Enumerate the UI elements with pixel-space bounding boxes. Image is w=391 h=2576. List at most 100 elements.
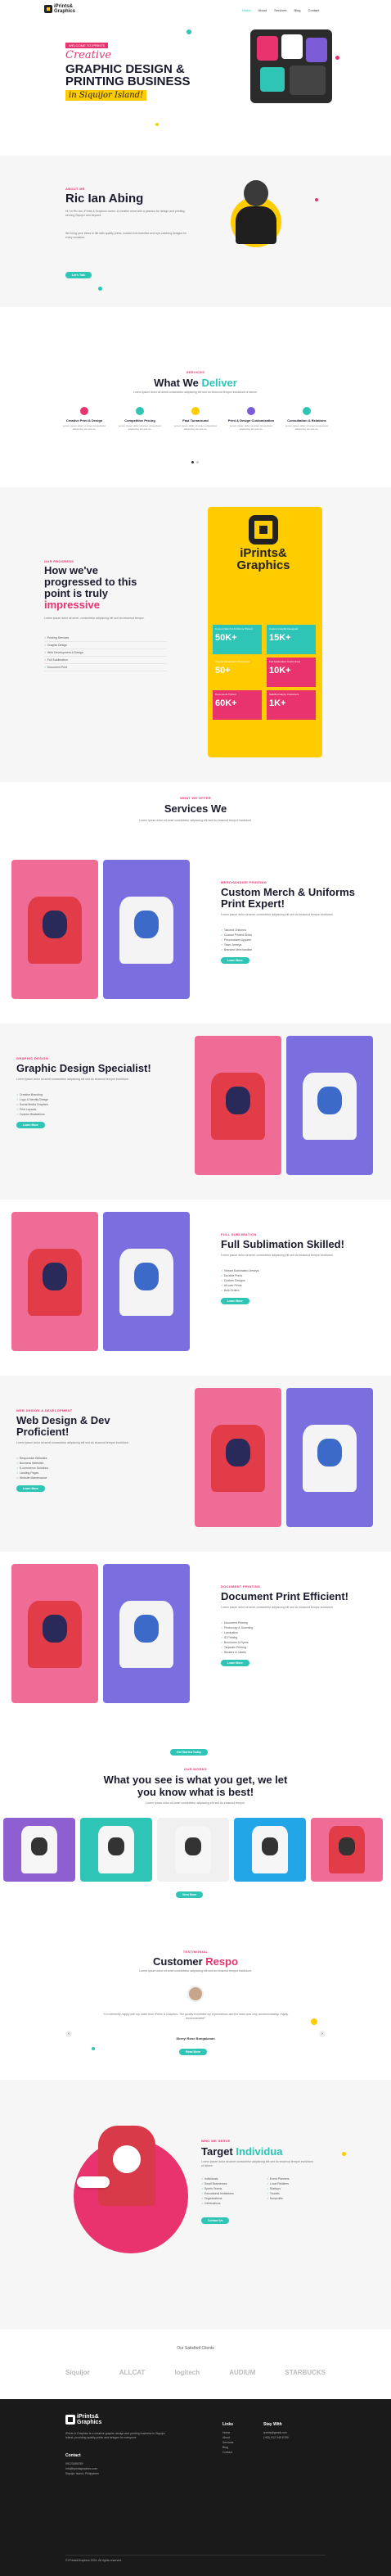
testimonial-section: TESTIMONIAL Customer Respo Lorem ipsum d… — [0, 1908, 391, 2080]
stat-card: Satisfied Happy Customers 1K+ — [267, 690, 316, 720]
rocket-icon — [303, 407, 311, 415]
testimonial-quote: “I'm extremely happy with my order from … — [102, 2013, 289, 2020]
service-block: DOCUMENT PRINTING Document Print Efficien… — [0, 1552, 391, 1728]
footer-logo-top: iPrints& — [77, 2414, 99, 2420]
service-shirt-image — [11, 1564, 98, 1703]
learn-more-button[interactable]: Learn More — [221, 1660, 249, 1666]
progress-check-item: Full Sublimation — [44, 657, 167, 664]
deliver-subtitle: Lorem ipsum dolor sit amet consectetur a… — [133, 391, 258, 394]
services-subtitle: Lorem ipsum dolor sit amet consectetur a… — [139, 819, 252, 822]
deliver-item-text: Lorem ipsum dolor sit amet consectetur a… — [173, 424, 218, 431]
deliver-item-text: Lorem ipsum dolor sit amet consectetur a… — [229, 424, 273, 431]
target-list-item: Celebrations — [201, 2201, 234, 2206]
carousel-dots[interactable] — [191, 461, 199, 463]
target-section: WHO WE SERVE Target Individua Lorem ipsu… — [0, 2080, 391, 2330]
gallery-item[interactable] — [157, 1818, 229, 1882]
clock-icon — [191, 407, 200, 415]
site-logo[interactable]: iPrints& Graphics — [44, 4, 75, 14]
get-started-pill[interactable]: Get Started Today — [170, 1749, 208, 1756]
deliver-title: What We Deliver — [154, 377, 237, 389]
service-list-item: Custom Illustrations — [16, 1112, 48, 1117]
stat-value: 10K+ — [269, 666, 291, 676]
service-title-line1: Web Design & Dev — [16, 1414, 110, 1426]
stat-label: Custom Merch & Uniforms Printed — [215, 627, 253, 630]
about-name: Ric Ian Abing — [65, 192, 144, 206]
target-text: Lorem ipsum dolor sit amet consectetur a… — [201, 2160, 313, 2167]
service-shirt-image — [103, 1212, 190, 1351]
decor-dot — [315, 198, 318, 201]
footer-contact-title: Contact — [65, 2453, 81, 2458]
footer-stay: iprints@gmail.com (+63) 912 345 6789 — [263, 2430, 289, 2440]
hero-title-line3: in Siquijor Island! — [65, 90, 147, 101]
gallery-item[interactable] — [3, 1818, 75, 1882]
view-more-button[interactable]: View More — [176, 1891, 204, 1898]
progress-title-line3: point is truly — [44, 587, 108, 599]
shirt-print — [317, 1087, 342, 1114]
gallery-title-line1: What you see is what you get, we let — [103, 1774, 288, 1786]
shirt-print — [134, 1615, 159, 1643]
decor-dot — [342, 2152, 346, 2156]
deliver-item-text: Lorem ipsum dolor sit amet consectetur a… — [118, 424, 162, 431]
stat-value: 1K+ — [269, 698, 286, 708]
gallery-item[interactable] — [80, 1818, 152, 1882]
progress-kicker: OUR PROGRESS — [44, 559, 74, 563]
progress-checklist: Printing ServicesGraphic DesignWeb Devel… — [44, 635, 167, 671]
nav-item-services[interactable]: Services — [274, 8, 286, 12]
deliver-features: Creative Print & Design Lorem ipsum dolor… — [61, 407, 330, 431]
decor-dot — [98, 287, 102, 291]
gallery-button-row: View More — [0, 1883, 391, 1908]
shirt-print — [339, 1837, 355, 1855]
stat-label: Satisfied Happy Customers — [269, 693, 299, 696]
progress-title-accent: impressive — [44, 599, 100, 611]
gallery-item[interactable] — [234, 1818, 306, 1882]
nav-item-about[interactable]: About — [258, 8, 267, 12]
learn-more-button[interactable]: Learn More — [16, 1485, 45, 1492]
client-logo: AUDIUM — [229, 2369, 256, 2376]
footer-logo[interactable]: iPrints& Graphics — [65, 2414, 101, 2425]
brush-icon — [247, 407, 255, 415]
progress-title-line1: How we've — [44, 564, 98, 576]
service-kicker: WEB DESIGN & DEVELOPMENT — [16, 1408, 73, 1412]
footer-link[interactable]: Contact — [222, 2450, 233, 2455]
stat-card: Documents Printed 60K+ — [213, 690, 262, 720]
logo-mark-icon — [44, 5, 52, 13]
lets-talk-button[interactable]: Let's Talk — [65, 272, 92, 278]
testimonial-subtitle: Lorem ipsum dolor sit amet consectetur a… — [139, 1969, 252, 1973]
clients-title: Our Satisfied Clients — [177, 2346, 214, 2351]
service-shirt-image — [11, 860, 98, 999]
big-logo-top: iPrints& — [240, 546, 287, 560]
gallery-item[interactable] — [311, 1818, 383, 1882]
hero-product-image — [245, 25, 335, 106]
contact-us-button[interactable]: Contact Us — [201, 2217, 230, 2224]
shirt-print — [43, 1263, 67, 1290]
about-kicker: ABOUT ME — [65, 187, 85, 191]
read-more-button[interactable]: Read More — [179, 2049, 207, 2055]
learn-more-button[interactable]: Learn More — [221, 957, 249, 964]
client-logo: STARBUCKS — [285, 2369, 326, 2376]
service-list-item: Branded Merchandise — [221, 947, 252, 952]
nav-item-contact[interactable]: Contact — [308, 8, 319, 12]
gallery-section: Get Started Today OUR WORKS What you see… — [0, 1728, 391, 1883]
deliver-item: Consultation & Relations Lorem ipsum dolo… — [283, 407, 330, 431]
footer-logo-bottom: Graphics — [77, 2420, 102, 2425]
learn-more-button[interactable]: Learn More — [16, 1122, 45, 1128]
service-shirt-image — [103, 1564, 190, 1703]
service-title: Graphic Design Specialist! — [16, 1063, 172, 1074]
logo-bottom-text: Graphics — [54, 9, 76, 14]
shirt-print — [134, 911, 159, 938]
footer-link[interactable]: (+63) 912 345 6789 — [263, 2435, 289, 2440]
service-shirt-image — [195, 1036, 281, 1175]
service-title-line1: Graphic Design Specialist! — [16, 1062, 151, 1074]
learn-more-button[interactable]: Learn More — [221, 1298, 249, 1304]
service-shirt-image — [286, 1388, 373, 1527]
hero-script-text: Creative — [65, 49, 112, 61]
service-block: FULL SUBLIMATION Full Sublimation Skilled… — [0, 1200, 391, 1376]
service-kicker: GRAPHIC DESIGN — [16, 1056, 49, 1060]
stat-card: Website Designed & Developed 50+ — [213, 658, 262, 687]
stat-value: 60K+ — [215, 698, 237, 708]
main-nav: Home About Services Blog Contact — [242, 8, 319, 12]
nav-item-home[interactable]: Home — [242, 8, 251, 12]
nav-item-blog[interactable]: Blog — [294, 8, 300, 12]
service-text: Lorem ipsum dolor sit amet consectetur a… — [221, 913, 334, 916]
footer-address: Siquijor Island, Philippines — [65, 2472, 99, 2475]
